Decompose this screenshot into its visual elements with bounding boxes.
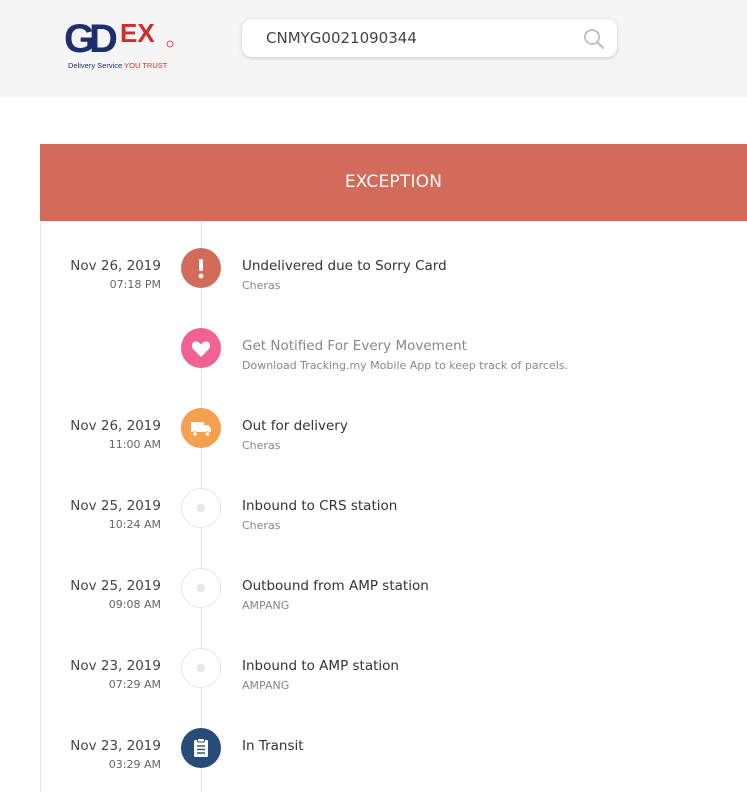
- event-location: Cheras: [242, 519, 281, 532]
- timeline-event: Nov 23, 2019 07:29 AM Inbound to AMP sta…: [0, 648, 747, 718]
- top-bar: G D EX Delivery Service YOU TRUST: [0, 0, 747, 97]
- svg-text:D: D: [89, 17, 118, 61]
- event-time: 11:00 AM: [108, 438, 161, 451]
- status-banner: EXCEPTION: [40, 144, 747, 221]
- dot-icon: [181, 568, 221, 608]
- search-icon[interactable]: [583, 28, 605, 50]
- timeline-event: Nov 26, 2019 07:18 PM Undelivered due to…: [0, 248, 747, 318]
- status-label: EXCEPTION: [344, 172, 443, 192]
- event-date: Nov 26, 2019: [70, 258, 161, 274]
- gdex-logo[interactable]: G D EX Delivery Service YOU TRUST: [62, 14, 182, 72]
- event-time: 09:08 AM: [108, 598, 161, 611]
- timeline-event: Nov 26, 2019 11:00 AM Out for delivery C…: [0, 408, 747, 478]
- app-promo-event[interactable]: Get Notified For Every Movement Download…: [0, 328, 747, 398]
- timeline-event: Nov 23, 2019 03:29 AM In Transit: [0, 728, 747, 798]
- event-date: Nov 25, 2019: [70, 578, 161, 594]
- timeline-event: Nov 25, 2019 09:08 AM Outbound from AMP …: [0, 568, 747, 638]
- event-title: Inbound to AMP station: [242, 658, 399, 674]
- event-date: Nov 23, 2019: [70, 738, 161, 754]
- event-date: Nov 23, 2019: [70, 658, 161, 674]
- clipboard-icon: [181, 728, 221, 768]
- event-date: Nov 25, 2019: [70, 498, 161, 514]
- event-time: 10:24 AM: [108, 518, 161, 531]
- exclamation-icon: [181, 248, 221, 288]
- event-date: Nov 26, 2019: [70, 418, 161, 434]
- event-time: 07:29 AM: [108, 678, 161, 691]
- heart-icon: [181, 328, 221, 368]
- event-location: AMPANG: [242, 679, 290, 692]
- event-location: Cheras: [242, 439, 281, 452]
- event-location: AMPANG: [242, 599, 290, 612]
- event-time: 07:18 PM: [109, 278, 161, 291]
- event-description: Download Tracking.my Mobile App to keep …: [242, 359, 568, 372]
- event-title: Undelivered due to Sorry Card: [242, 258, 447, 274]
- logo-tagline: Delivery Service YOU TRUST: [68, 61, 168, 70]
- event-title: In Transit: [242, 738, 304, 754]
- dot-icon: [181, 488, 221, 528]
- dot-icon: [181, 648, 221, 688]
- event-location: Cheras: [242, 279, 281, 292]
- event-time: 03:29 AM: [108, 758, 161, 771]
- tracking-number-input[interactable]: [266, 27, 566, 49]
- event-title: Inbound to CRS station: [242, 498, 398, 514]
- event-title: Get Notified For Every Movement: [242, 338, 467, 354]
- svg-text:EX: EX: [120, 18, 155, 48]
- tracking-search-box: [242, 19, 617, 57]
- timeline-event: Nov 25, 2019 10:24 AM Inbound to CRS sta…: [0, 488, 747, 558]
- truck-icon: [181, 408, 221, 448]
- event-title: Out for delivery: [242, 418, 348, 434]
- event-title: Outbound from AMP station: [242, 578, 429, 594]
